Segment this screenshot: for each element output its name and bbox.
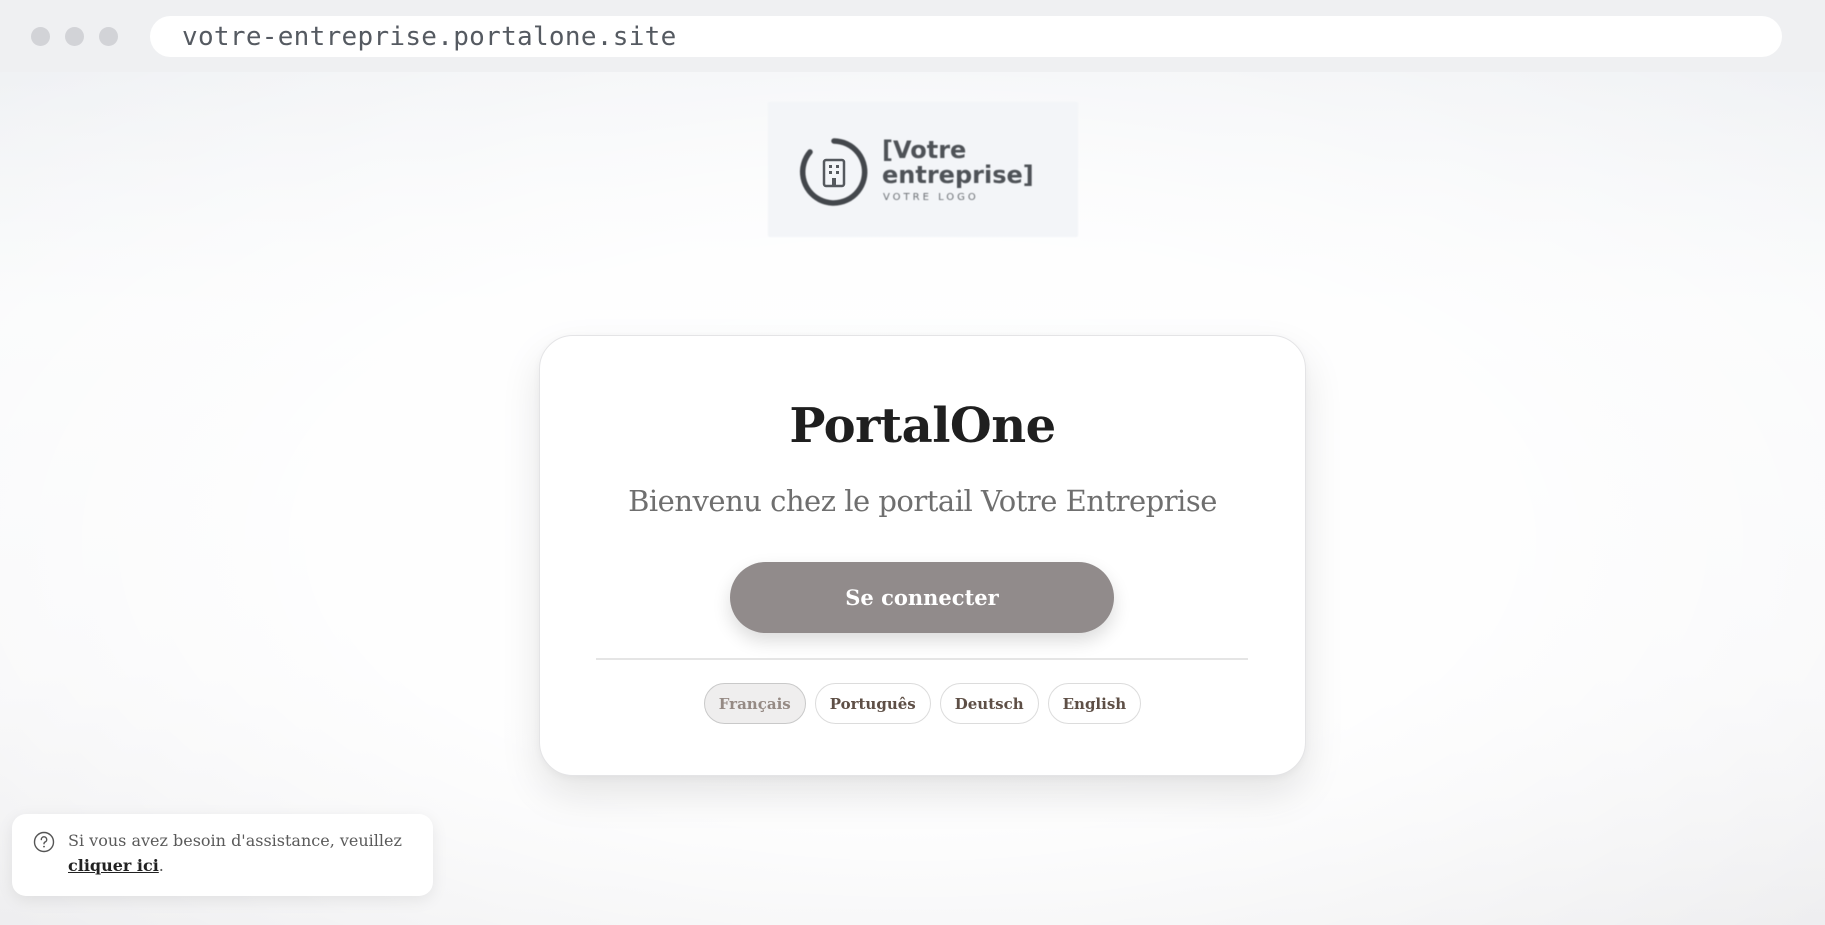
login-card: PortalOne Bienvenu chez le portail Votre…	[539, 335, 1306, 776]
login-button[interactable]: Se connecter	[730, 562, 1114, 633]
help-notice: Si vous avez besoin d'assistance, veuill…	[12, 814, 433, 896]
browser-chrome: votre-entreprise.portalone.site	[0, 0, 1825, 72]
window-maximize-dot[interactable]	[99, 27, 118, 46]
language-option-english[interactable]: English	[1047, 683, 1142, 724]
page-viewport: [Votre entreprise] VOTRE LOGO PortalOne …	[0, 72, 1825, 925]
logo-wordmark: [Votre entreprise]	[882, 138, 1034, 188]
language-option-portugues[interactable]: Português	[814, 683, 931, 724]
browser-window: votre-entreprise.portalone.site [Votre e…	[0, 0, 1825, 925]
language-selector: Français Português Deutsch English	[540, 683, 1305, 724]
logo-line-1: [Votre	[882, 136, 967, 164]
welcome-subtitle: Bienvenu chez le portail Votre Entrepris…	[628, 484, 1217, 518]
logo-tagline: VOTRE LOGO	[883, 192, 979, 203]
help-period: .	[158, 856, 164, 875]
help-message: Si vous avez besoin d'assistance, veuill…	[68, 831, 402, 850]
page-title: PortalOne	[789, 398, 1056, 454]
window-close-dot[interactable]	[31, 27, 50, 46]
language-option-deutsch[interactable]: Deutsch	[939, 683, 1039, 724]
divider	[596, 658, 1248, 660]
building-icon	[799, 138, 868, 206]
question-circle-icon	[33, 831, 55, 853]
help-link[interactable]: cliquer ici	[68, 856, 159, 875]
help-text: Si vous avez besoin d'assistance, veuill…	[68, 828, 418, 878]
window-minimize-dot[interactable]	[65, 27, 84, 46]
logo-line-2: entreprise]	[882, 161, 1034, 189]
address-bar[interactable]: votre-entreprise.portalone.site	[150, 16, 1782, 57]
url-text: votre-entreprise.portalone.site	[182, 21, 677, 52]
language-option-francais[interactable]: Français	[703, 683, 806, 724]
